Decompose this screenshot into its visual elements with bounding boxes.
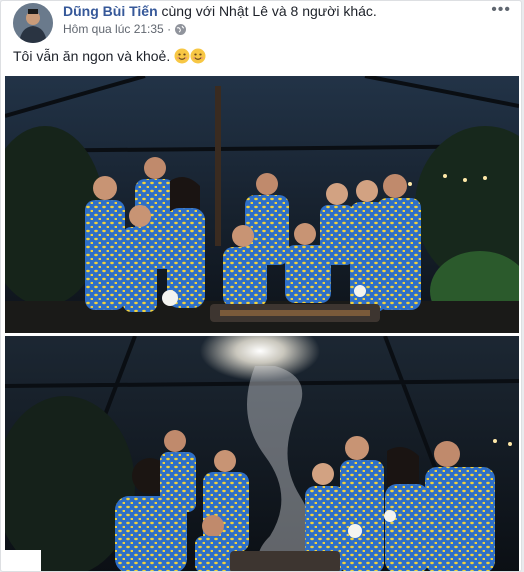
author-avatar[interactable] <box>13 3 53 43</box>
post-meta: Hôm qua lúc 21:35 · <box>63 22 187 36</box>
post-message: Tôi vẫn ăn ngon và khoẻ. <box>13 48 206 64</box>
post-header: Dũng Bùi Tiến cùng với Nhật Lê và 8 ngườ… <box>63 3 377 19</box>
feed-post: Dũng Bùi Tiến cùng với Nhật Lê và 8 ngườ… <box>0 0 522 572</box>
tagged-people-text[interactable]: cùng với Nhật Lê và 8 người khác. <box>158 3 377 19</box>
smiling-face-icon <box>190 48 206 64</box>
post-photo-grill-smoke[interactable] <box>5 336 519 571</box>
author-name-link[interactable]: Dũng Bùi Tiến <box>63 3 158 19</box>
more-options-icon[interactable]: ••• <box>491 1 511 19</box>
globe-icon[interactable] <box>175 23 187 35</box>
post-timestamp[interactable]: Hôm qua lúc 21:35 · <box>63 22 171 36</box>
post-photo-group-posing[interactable] <box>5 76 519 333</box>
post-message-text: Tôi vẫn ăn ngon và khoẻ. <box>13 48 171 64</box>
smiling-face-icon <box>174 48 190 64</box>
